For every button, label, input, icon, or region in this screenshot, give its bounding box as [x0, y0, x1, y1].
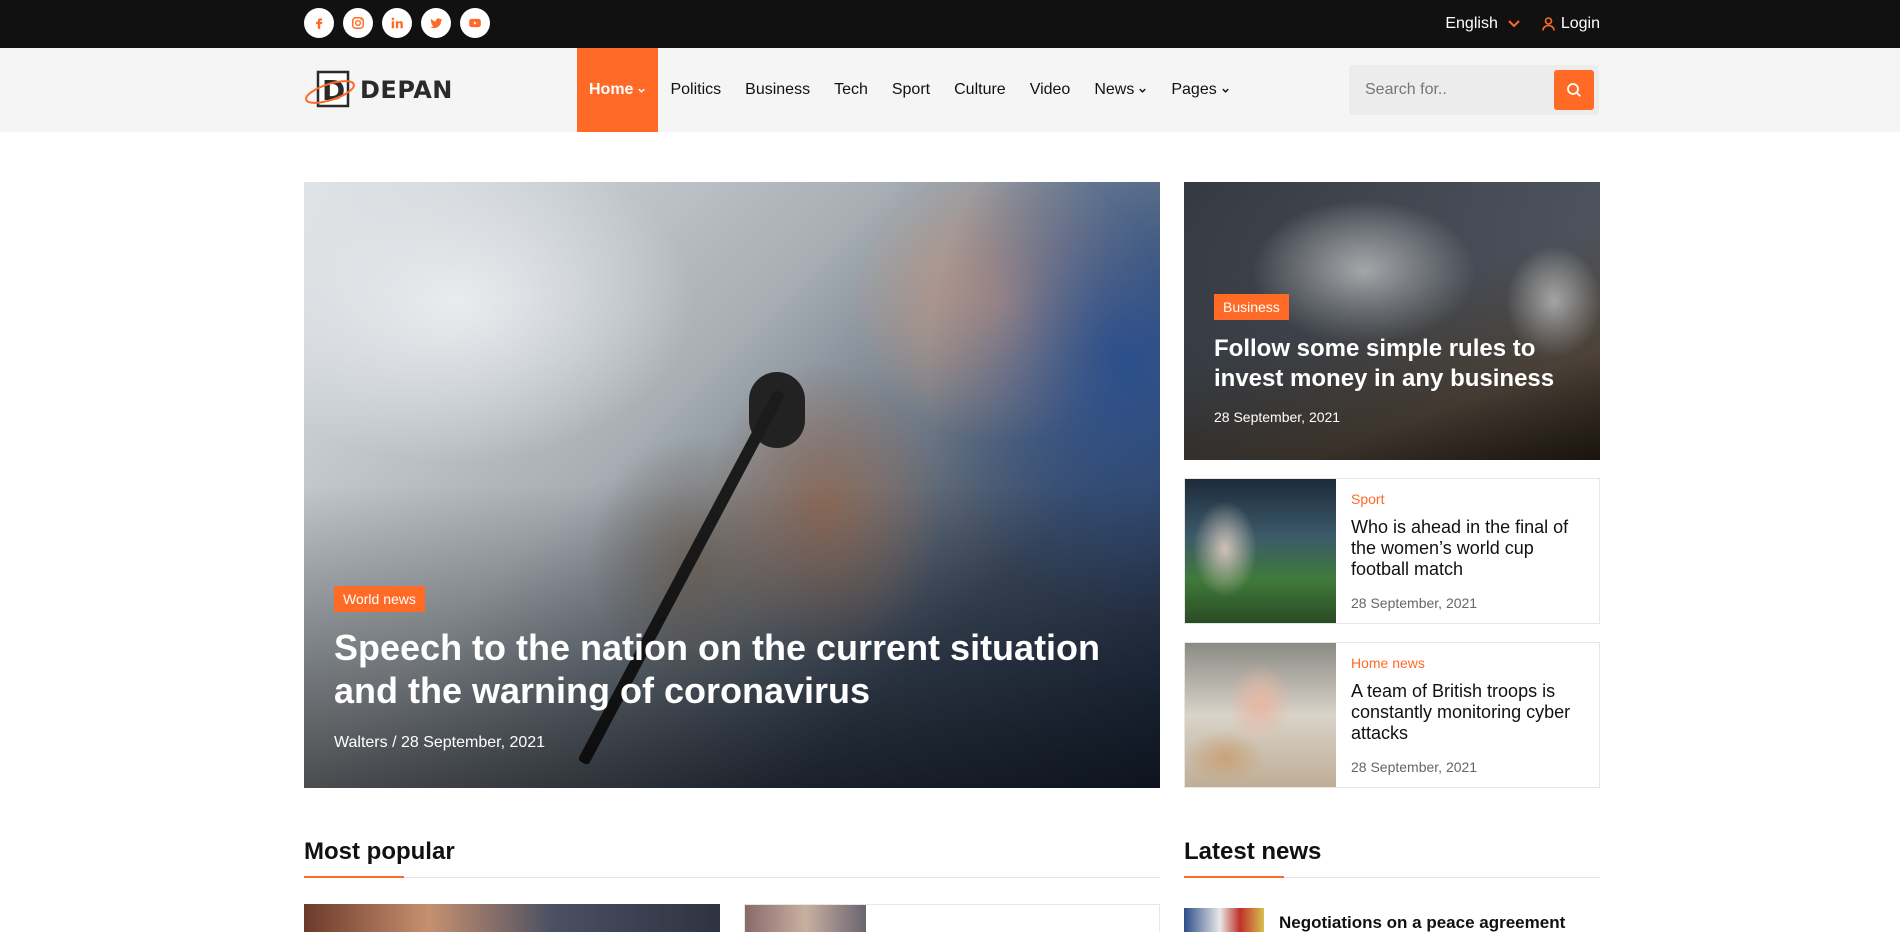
side-category-badge[interactable]: Business: [1214, 294, 1289, 320]
popular-article-image[interactable]: [304, 904, 720, 932]
facebook-link[interactable]: [304, 8, 334, 38]
card-title[interactable]: Who is ahead in the final of the women’s…: [1351, 517, 1587, 580]
linkedin-icon: [391, 17, 403, 29]
nav-label: News: [1094, 81, 1135, 98]
side-card[interactable]: Home news A team of British troops is co…: [1184, 642, 1600, 788]
hero-title[interactable]: Speech to the nation on the current situ…: [334, 626, 1134, 712]
nav-home[interactable]: Home: [577, 48, 659, 132]
nav-label: Home: [589, 81, 634, 98]
main-header: D DEPAN Home Politics Business Tech Spor…: [0, 48, 1900, 132]
nav-news[interactable]: News: [1082, 48, 1159, 132]
chevron-down-icon: [1508, 20, 1520, 28]
hero-category-badge[interactable]: World news: [334, 586, 425, 612]
nav-business[interactable]: Business: [733, 48, 822, 132]
top-right-controls: English Login: [1445, 0, 1600, 48]
chevron-down-icon: [638, 88, 646, 93]
section-accent: [304, 876, 404, 878]
card-title[interactable]: A team of British troops is constantly m…: [1351, 681, 1587, 744]
search-icon: [1567, 83, 1581, 97]
nav-tech[interactable]: Tech: [822, 48, 880, 132]
nav-video[interactable]: Video: [1018, 48, 1083, 132]
hero-article[interactable]: World news Speech to the nation on the c…: [304, 182, 1160, 788]
nav-culture[interactable]: Culture: [942, 48, 1018, 132]
nav-sport[interactable]: Sport: [880, 48, 942, 132]
logo-mark-icon: D: [305, 70, 355, 108]
search-button[interactable]: [1554, 70, 1594, 110]
card-thumbnail[interactable]: [1185, 643, 1336, 787]
user-icon: [1542, 17, 1555, 31]
nav-label: Business: [745, 81, 811, 98]
linkedin-link[interactable]: [382, 8, 412, 38]
section-title-most-popular: Most popular: [304, 838, 455, 865]
login-label: Login: [1560, 15, 1600, 32]
section-divider: [304, 877, 1160, 878]
section-title-latest-news: Latest news: [1184, 838, 1322, 865]
card-date: 28 September, 2021: [1351, 759, 1478, 775]
instagram-icon: [352, 17, 364, 29]
section-accent: [1184, 876, 1284, 878]
language-selector[interactable]: English: [1445, 15, 1520, 33]
card-thumbnail[interactable]: [1185, 479, 1336, 623]
nav-label: Politics: [670, 81, 722, 98]
nav-label: Culture: [954, 81, 1006, 98]
youtube-link[interactable]: [460, 8, 490, 38]
side-article-title[interactable]: Follow some simple rules to invest money…: [1214, 334, 1584, 394]
latest-news-thumbnail[interactable]: [1184, 908, 1264, 932]
nav-label: Pages: [1171, 81, 1217, 98]
nav-label: Tech: [834, 81, 868, 98]
instagram-link[interactable]: [343, 8, 373, 38]
latest-news-title[interactable]: Negotiations on a peace agreement: [1279, 913, 1565, 932]
card-category[interactable]: Home news: [1351, 655, 1425, 671]
nav-label: Video: [1029, 81, 1071, 98]
login-link[interactable]: Login: [1542, 15, 1600, 33]
popular-article-card[interactable]: [744, 904, 1160, 932]
twitter-link[interactable]: [421, 8, 451, 38]
twitter-icon: [430, 18, 443, 29]
search-input[interactable]: [1349, 65, 1549, 115]
card-category[interactable]: Sport: [1351, 491, 1384, 507]
chevron-down-icon: [1222, 88, 1229, 93]
facebook-icon: [316, 18, 323, 29]
social-links: [304, 8, 490, 38]
site-logo[interactable]: D DEPAN: [304, 68, 484, 112]
top-bar: English Login: [0, 0, 1900, 48]
language-label: English: [1445, 15, 1498, 32]
popular-article-thumbnail[interactable]: [745, 905, 866, 932]
main-nav: Home Politics Business Tech Sport Cultur…: [577, 48, 1242, 132]
nav-label: Sport: [891, 81, 931, 98]
youtube-icon: [469, 18, 481, 28]
side-article-date: 28 September, 2021: [1214, 409, 1341, 425]
featured-side-article[interactable]: Business Follow some simple rules to inv…: [1184, 182, 1600, 460]
chevron-down-icon: [1139, 88, 1147, 93]
side-card[interactable]: Sport Who is ahead in the final of the w…: [1184, 478, 1600, 624]
nav-pages[interactable]: Pages: [1159, 48, 1241, 132]
hero-meta: Walters / 28 September, 2021: [334, 734, 546, 751]
nav-politics[interactable]: Politics: [658, 48, 733, 132]
logo-text: DEPAN: [360, 76, 453, 104]
card-date: 28 September, 2021: [1351, 595, 1478, 611]
search-box: [1349, 65, 1599, 115]
